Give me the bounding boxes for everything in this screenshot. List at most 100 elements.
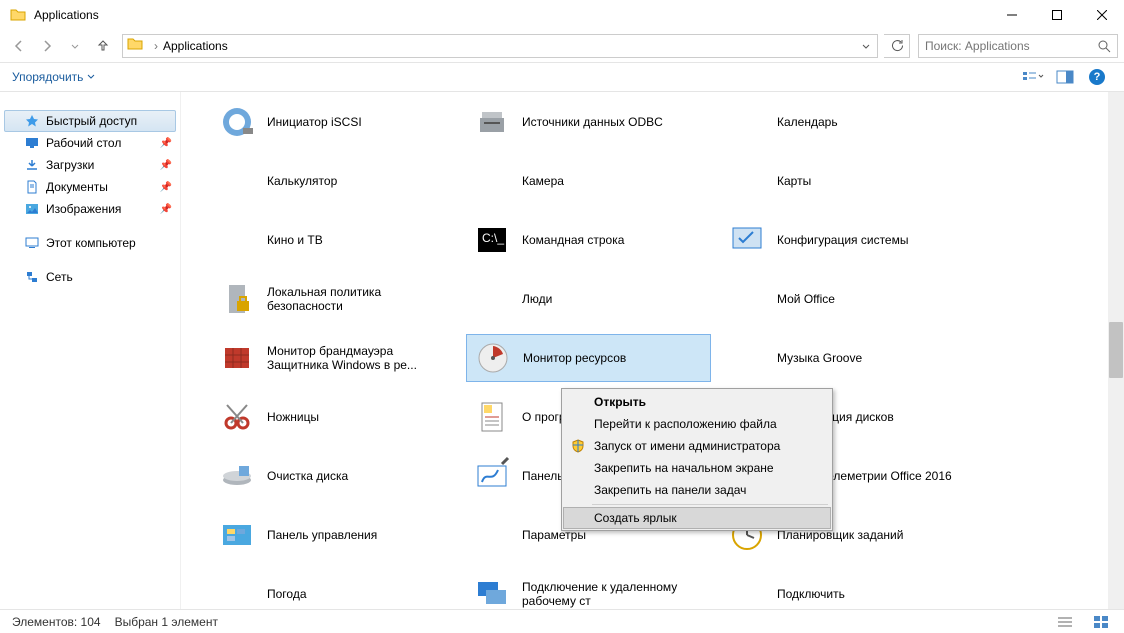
status-selection: Выбран 1 элемент [115, 615, 218, 629]
folder-icon [127, 36, 147, 56]
minimize-button[interactable] [989, 0, 1034, 30]
app-item[interactable]: C:\_ Командная строка [466, 216, 711, 264]
app-item[interactable]: Конфигурация системы [721, 216, 966, 264]
forward-button[interactable] [34, 33, 60, 59]
app-icon [472, 102, 512, 142]
sidebar-item-network[interactable]: Сеть [0, 266, 180, 288]
app-label: Камера [522, 174, 564, 188]
app-item[interactable]: Калькулятор [211, 157, 456, 205]
pin-icon: 📌 [160, 138, 172, 149]
app-label: Кино и ТВ [267, 233, 323, 247]
help-icon: ? [1089, 69, 1105, 85]
sidebar-item-label: Быстрый доступ [46, 114, 137, 128]
organize-menu[interactable]: Упорядочить [12, 70, 95, 84]
app-icon [217, 574, 257, 609]
shield-icon [570, 438, 586, 454]
search-icon[interactable] [1097, 39, 1111, 53]
scrollbar-thumb[interactable] [1109, 322, 1123, 378]
app-icon [217, 456, 257, 496]
content-area[interactable]: Инициатор iSCSI Калькулятор Кино и ТВ Локал… [180, 92, 1124, 609]
nav-row: › Applications [0, 30, 1124, 62]
app-item[interactable]: Кино и ТВ [211, 216, 456, 264]
chevron-right-icon: › [151, 39, 161, 53]
app-item[interactable]: Люди [466, 275, 711, 323]
back-button[interactable] [6, 33, 32, 59]
sidebar-item-label: Изображения [46, 202, 121, 216]
app-item[interactable]: Подключение к удаленному рабочему ст [466, 570, 711, 609]
app-icon [727, 102, 767, 142]
app-icon [217, 161, 257, 201]
large-icons-view-button[interactable] [1090, 612, 1112, 632]
ctx-item-create-shortcut[interactable]: Создать ярлык [563, 507, 831, 529]
app-icon [473, 338, 513, 378]
app-icon [472, 515, 512, 555]
app-item[interactable]: Панель управления [211, 511, 456, 559]
view-options-button[interactable] [1018, 65, 1048, 89]
window-title: Applications [34, 8, 989, 22]
preview-pane-button[interactable] [1050, 65, 1080, 89]
ctx-separator [592, 504, 828, 505]
help-button[interactable]: ? [1082, 65, 1112, 89]
sidebar-item-quick-access[interactable]: Быстрый доступ [4, 110, 176, 132]
app-label: Подключить [777, 587, 845, 601]
app-icon [472, 161, 512, 201]
app-item[interactable]: Монитор ресурсов [466, 334, 711, 382]
organize-label: Упорядочить [12, 70, 83, 84]
app-item[interactable]: Карты [721, 157, 966, 205]
app-item[interactable]: Календарь [721, 98, 966, 146]
app-item[interactable]: Камера [466, 157, 711, 205]
documents-icon [24, 179, 40, 195]
sidebar-item-documents[interactable]: Документы 📌 [0, 176, 180, 198]
ctx-item-pin-start[interactable]: Закрепить на начальном экране [564, 457, 830, 479]
details-view-button[interactable] [1054, 612, 1076, 632]
app-label: Калькулятор [267, 174, 337, 188]
app-item[interactable]: Инициатор iSCSI [211, 98, 456, 146]
ctx-item-pin-taskbar[interactable]: Закрепить на панели задач [564, 479, 830, 501]
desktop-icon [24, 135, 40, 151]
recent-dropdown[interactable] [62, 33, 88, 59]
app-label: Карты [777, 174, 811, 188]
ctx-item-run-as-admin[interactable]: Запуск от имени администратора [564, 435, 830, 457]
app-item[interactable]: Мой Office [721, 275, 966, 323]
app-item[interactable]: Монитор брандмауэра Защитника Windows в … [211, 334, 456, 382]
refresh-button[interactable] [884, 34, 910, 58]
ctx-item-open[interactable]: Открыть [564, 391, 830, 413]
app-label: Конфигурация системы [777, 233, 908, 247]
app-item[interactable]: Подключить [721, 570, 966, 609]
sidebar-item-desktop[interactable]: Рабочий стол 📌 [0, 132, 180, 154]
app-icon [217, 220, 257, 260]
search-box[interactable] [918, 34, 1118, 58]
address-bar[interactable]: › Applications [122, 34, 878, 58]
titlebar: Applications [0, 0, 1124, 30]
close-button[interactable] [1079, 0, 1124, 30]
search-input[interactable] [925, 39, 1097, 53]
app-label: Мой Office [777, 292, 835, 306]
network-icon [24, 269, 40, 285]
sidebar-item-downloads[interactable]: Загрузки 📌 [0, 154, 180, 176]
ctx-item-goto-location[interactable]: Перейти к расположению файла [564, 413, 830, 435]
address-dropdown[interactable] [855, 41, 877, 51]
vertical-scrollbar[interactable] [1108, 92, 1124, 609]
sidebar-item-this-pc[interactable]: Этот компьютер [0, 232, 180, 254]
sidebar: Быстрый доступ Рабочий стол 📌 Загрузки 📌… [0, 92, 180, 609]
app-item[interactable]: Ножницы [211, 393, 456, 441]
app-item[interactable]: Погода [211, 570, 456, 609]
app-icon [472, 574, 512, 609]
app-item[interactable]: Очистка диска [211, 452, 456, 500]
app-icon: C:\_ [472, 220, 512, 260]
sidebar-item-label: Сеть [46, 270, 73, 284]
sidebar-item-images[interactable]: Изображения 📌 [0, 198, 180, 220]
app-item[interactable]: Локальная политика безопасности [211, 275, 456, 323]
app-label: Календарь [777, 115, 838, 129]
breadcrumb-segment[interactable]: Applications [161, 39, 230, 53]
maximize-button[interactable] [1034, 0, 1079, 30]
app-label: Командная строка [522, 233, 624, 247]
sidebar-item-label: Этот компьютер [46, 236, 136, 250]
app-icon [727, 161, 767, 201]
folder-icon [10, 7, 26, 23]
app-item[interactable]: Источники данных ODBC [466, 98, 711, 146]
downloads-icon [24, 157, 40, 173]
app-item[interactable]: Музыка Groove [721, 334, 966, 382]
up-button[interactable] [90, 33, 116, 59]
app-icon [217, 338, 257, 378]
